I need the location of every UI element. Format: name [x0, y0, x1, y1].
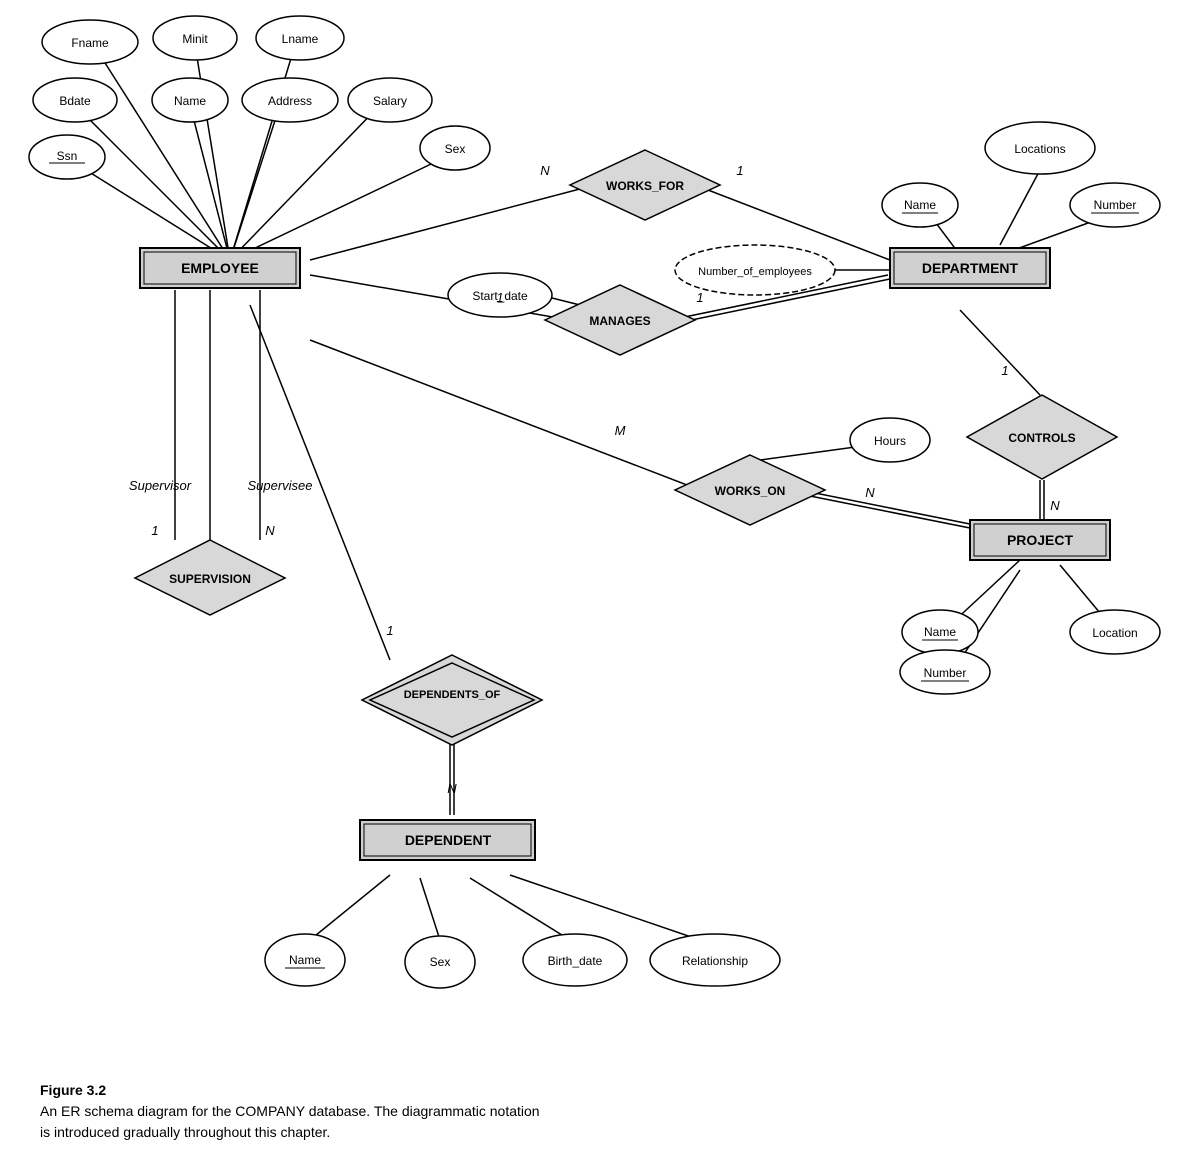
dependents-of-1: 1 — [386, 623, 393, 638]
manages-label: MANAGES — [589, 314, 650, 328]
proj-number-attr: Number — [924, 666, 967, 680]
num-employees-attr: Number_of_employees — [698, 266, 812, 278]
dept-name-attr: Name — [904, 198, 936, 212]
figure-title: Figure 3.2 — [40, 1082, 106, 1098]
supervision-1: 1 — [151, 523, 158, 538]
dep-name-attr: Name — [289, 953, 321, 967]
emp-sex-attr: Sex — [445, 142, 466, 156]
controls-n: N — [1050, 498, 1060, 513]
salary-attr: Salary — [373, 94, 407, 108]
controls-1: 1 — [1001, 363, 1008, 378]
address-attr: Address — [268, 94, 312, 108]
works-on-m: M — [615, 423, 626, 438]
supervision-supervisor-label: Supervisor — [129, 478, 192, 493]
dep-sex-attr: Sex — [430, 955, 451, 969]
supervision-label: SUPERVISION — [169, 572, 251, 586]
employee-label: EMPLOYEE — [181, 260, 259, 276]
manages-1-dept: 1 — [696, 290, 703, 305]
dep-birthdate-attr: Birth_date — [548, 954, 603, 968]
dependents-of-n: N — [447, 781, 457, 796]
manages-1-emp: 1 — [496, 290, 503, 305]
emp-name-attr: Name — [174, 94, 206, 108]
project-label: PROJECT — [1007, 532, 1074, 548]
caption-line1: An ER schema diagram for the COMPANY dat… — [40, 1103, 540, 1119]
works-for-1: 1 — [736, 163, 743, 178]
hours-attr: Hours — [874, 434, 906, 448]
figure-caption: Figure 3.2 An ER schema diagram for the … — [20, 1070, 1201, 1153]
dependents-of-label: DEPENDENTS_OF — [404, 689, 501, 701]
works-on-label: WORKS_ON — [715, 484, 786, 498]
lname-attr: Lname — [282, 32, 319, 46]
dependent-label: DEPENDENT — [405, 832, 492, 848]
er-diagram-container: EMPLOYEE DEPARTMENT PROJECT DEPENDENT WO… — [0, 0, 1201, 1080]
er-diagram-svg: EMPLOYEE DEPARTMENT PROJECT DEPENDENT WO… — [0, 0, 1201, 1080]
fname-attr: Fname — [71, 36, 109, 50]
ssn-attr: Ssn — [57, 149, 78, 163]
supervision-supervisee-label: Supervisee — [247, 478, 312, 493]
caption-line2: is introduced gradually throughout this … — [40, 1124, 330, 1140]
dept-number-attr: Number — [1094, 198, 1137, 212]
minit-attr: Minit — [182, 32, 208, 46]
bdate-attr: Bdate — [59, 94, 91, 108]
department-label: DEPARTMENT — [922, 260, 1019, 276]
works-on-n: N — [865, 485, 875, 500]
dep-relationship-attr: Relationship — [682, 954, 748, 968]
proj-name-attr: Name — [924, 625, 956, 639]
supervision-n: N — [265, 523, 275, 538]
controls-label: CONTROLS — [1008, 431, 1075, 445]
locations-attr: Locations — [1014, 142, 1065, 156]
works-for-label: WORKS_FOR — [606, 179, 684, 193]
proj-location-attr: Location — [1092, 626, 1137, 640]
works-for-n: N — [540, 163, 550, 178]
